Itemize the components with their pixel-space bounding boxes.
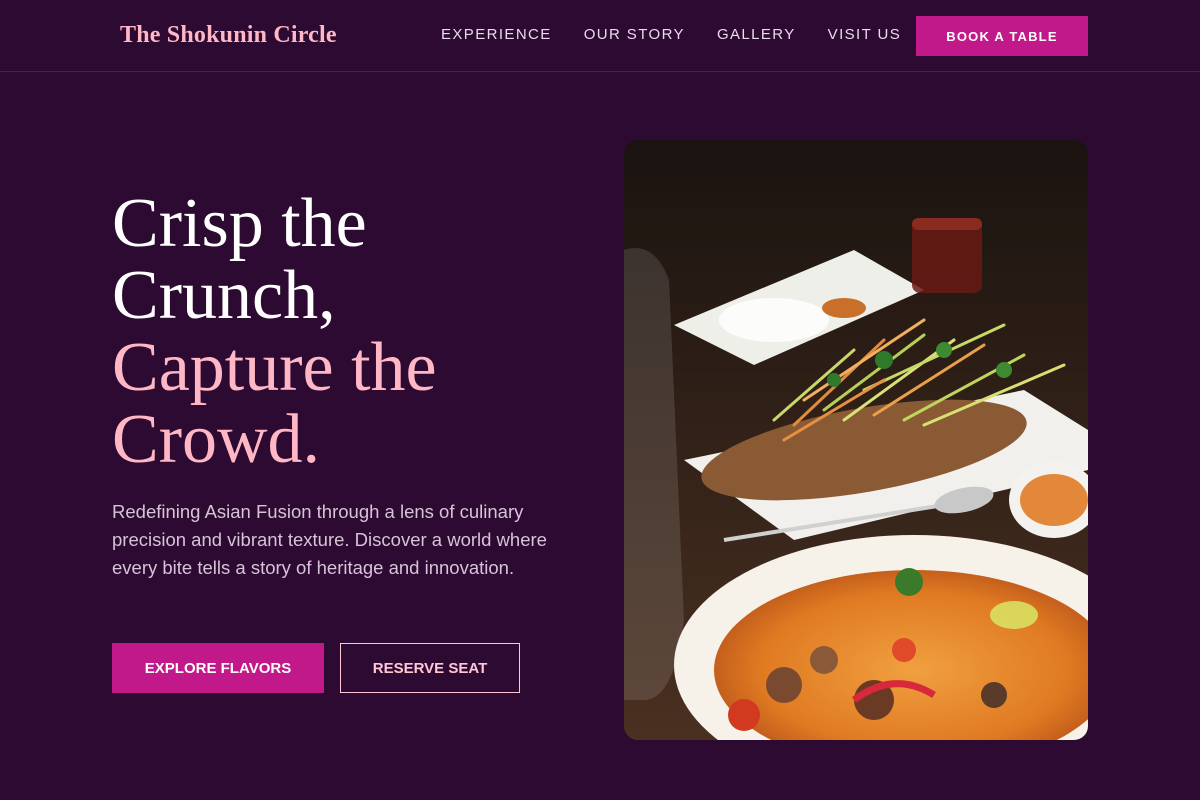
hero-description: Redefining Asian Fusion through a lens o… [112, 501, 547, 578]
food-illustration [624, 140, 1088, 740]
nav-link-our-story[interactable]: OUR STORY [584, 26, 685, 43]
nav-link-visit-us[interactable]: VISIT US [828, 26, 901, 43]
headline-line-2: Capture the Crowd. [112, 329, 437, 478]
hero-headline: Crisp the Crunch, Capture the Crowd. [112, 188, 582, 476]
reserve-seat-button[interactable]: RESERVE SEAT [340, 643, 520, 693]
top-navigation: The Shokunin Circle EXPERIENCE OUR STORY… [0, 0, 1200, 72]
nav-link-experience[interactable]: EXPERIENCE [441, 26, 552, 43]
book-table-button[interactable]: BOOK A TABLE [916, 16, 1088, 56]
explore-flavors-button[interactable]: EXPLORE FLAVORS [112, 643, 324, 693]
brand-logo[interactable]: The Shokunin Circle [120, 22, 337, 49]
hero-food-image [624, 140, 1088, 740]
headline-line-1: Crisp the Crunch, [112, 185, 367, 334]
nav-link-gallery[interactable]: GALLERY [717, 26, 796, 43]
nav-links: EXPERIENCE OUR STORY GALLERY VISIT US [441, 26, 933, 43]
